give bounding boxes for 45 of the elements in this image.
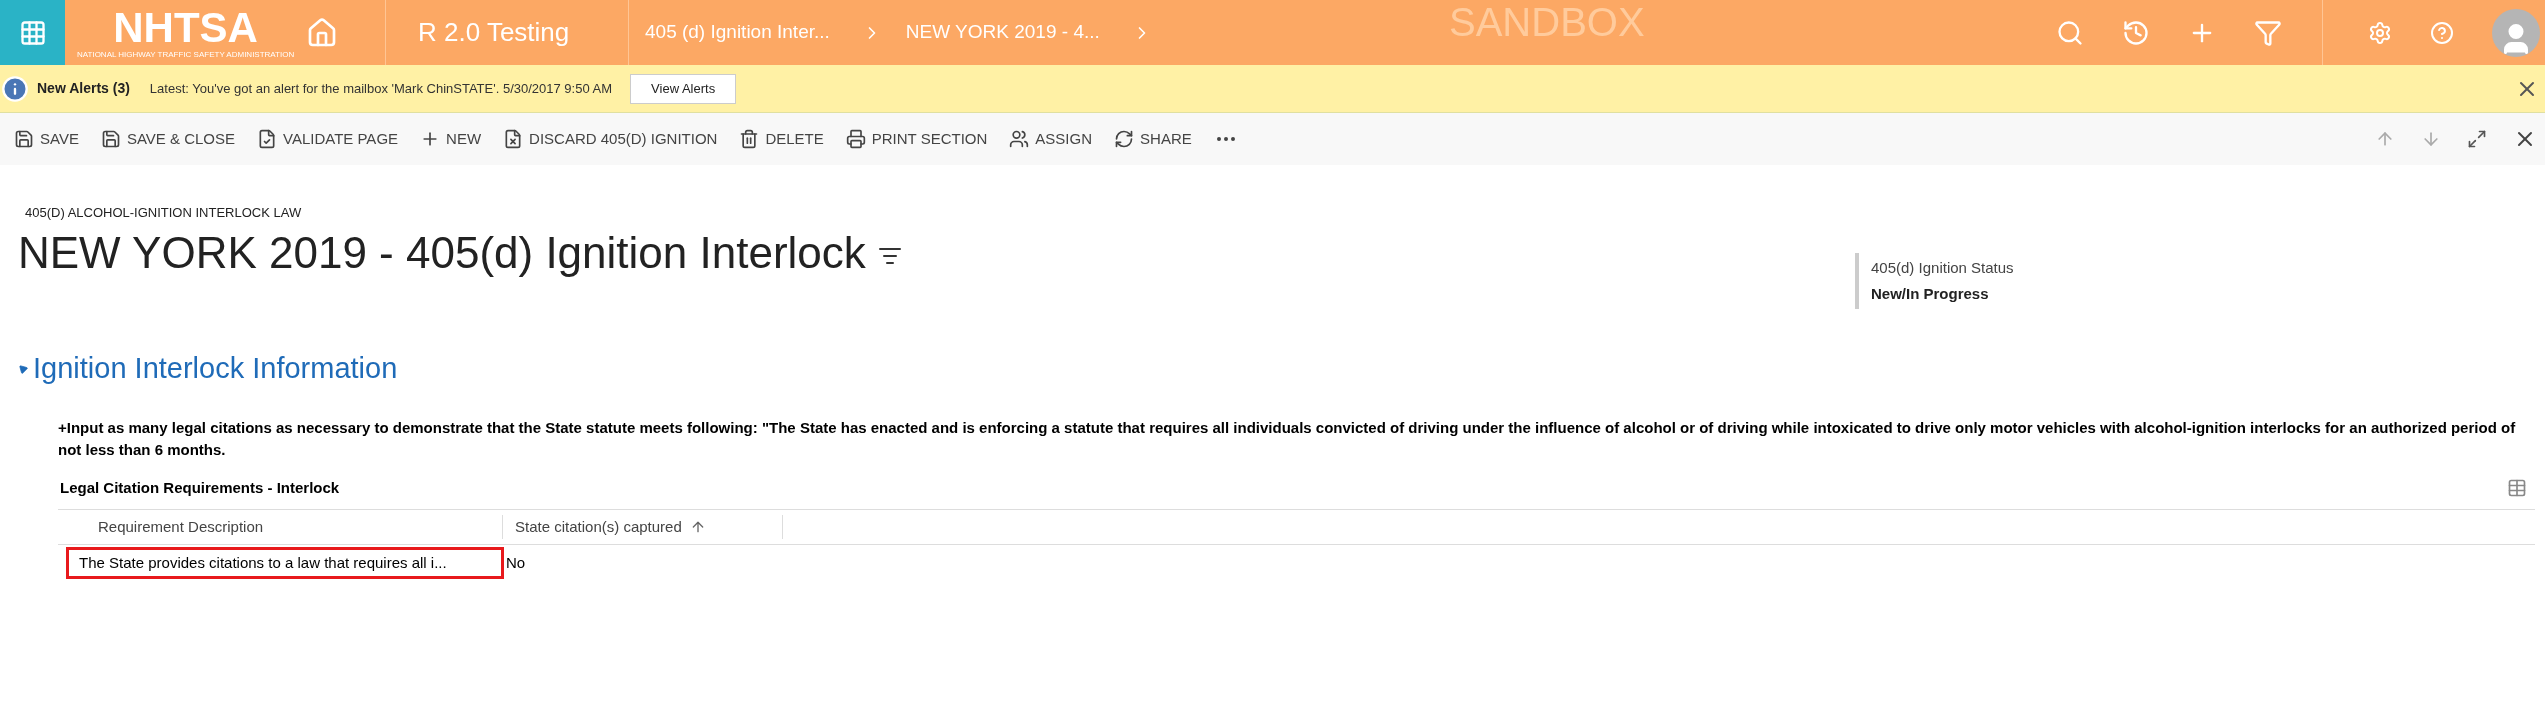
alert-message: Latest: You've got an alert for the mailbox 'Mark ChinSTATE'. 5/30/2017 9:50 AM [149, 79, 613, 98]
view-alerts-button[interactable]: View Alerts [630, 73, 737, 104]
share-icon [1114, 129, 1135, 149]
expand-icon[interactable] [2467, 129, 2487, 149]
table-cell-text: No [505, 552, 526, 573]
avatar[interactable] [2492, 8, 2540, 57]
sandbox-watermark: SANDBOX [1449, 2, 1645, 42]
toolbar-button[interactable]: PRINT SECTION [845, 127, 988, 151]
trash-icon [739, 129, 760, 149]
toolbar-button[interactable]: ASSIGN [1009, 127, 1093, 151]
entity-label: 405(D) ALCOHOL-IGNITION INTERLOCK LAW [24, 204, 303, 222]
history-icon[interactable] [2122, 18, 2150, 47]
save-icon [14, 129, 34, 149]
toolbar-button[interactable]: SAVE & CLOSE [100, 127, 235, 151]
alert-title: New Alerts (3) [37, 79, 130, 98]
subgrid-title: Legal Citation Requirements - Interlock [60, 477, 340, 498]
grid-view-icon[interactable] [2507, 477, 2527, 498]
info-icon [1, 74, 29, 103]
section-title[interactable]: Ignition Interlock Information [33, 347, 398, 391]
record-title: NEW YORK 2019 - 405(d) Ignition Interlock [18, 226, 866, 279]
column-header[interactable]: Requirement Description [58, 515, 503, 539]
people-icon [1009, 129, 1030, 149]
collapse-icon[interactable] [16, 362, 29, 376]
logo-text: NHTSA [113, 6, 258, 49]
help-icon[interactable] [2430, 20, 2454, 45]
grid-icon [18, 18, 47, 47]
toolbar-button[interactable]: SAVE [14, 127, 79, 151]
settings-icon[interactable] [2368, 20, 2392, 45]
status-value: New/In Progress [1871, 284, 1990, 304]
logo-subtitle: NATIONAL HIGHWAY TRAFFIC SAFETY ADMINISTRATION [77, 50, 295, 59]
document-check-icon [257, 129, 277, 149]
instruction-text: +Input as many legal citations as necessary to demonstrate that the State statute meets following: "The State has enacted and is enforcing a statute that requires all individuals convicted of driving under the influence of alcohol or of driving while intoxicated to drive only motor vehicles with alcohol-ignition interlocks for an authorized period of not less than 6 months. [58, 417, 2517, 460]
toolbar-button[interactable]: DISCARD 405(D) IGNITION [503, 127, 718, 151]
table-cell[interactable]: The State provides citations to a law that requires all i... [66, 547, 504, 579]
save-icon [100, 129, 121, 149]
toolbar-button[interactable]: SHARE [1114, 127, 1192, 151]
status-label: 405(d) Ignition Status [1871, 257, 2014, 278]
search-icon[interactable] [2056, 18, 2084, 47]
app-launcher-button[interactable] [0, 0, 65, 65]
toolbar-button[interactable]: NEW [420, 127, 482, 151]
filter-icon[interactable] [2254, 18, 2282, 47]
printer-icon [845, 129, 866, 149]
column-header[interactable]: State citation(s) captured [503, 515, 783, 539]
toolbar-button[interactable]: VALIDATE PAGE [257, 127, 399, 151]
toolbar-button[interactable]: DELETE [739, 127, 824, 151]
